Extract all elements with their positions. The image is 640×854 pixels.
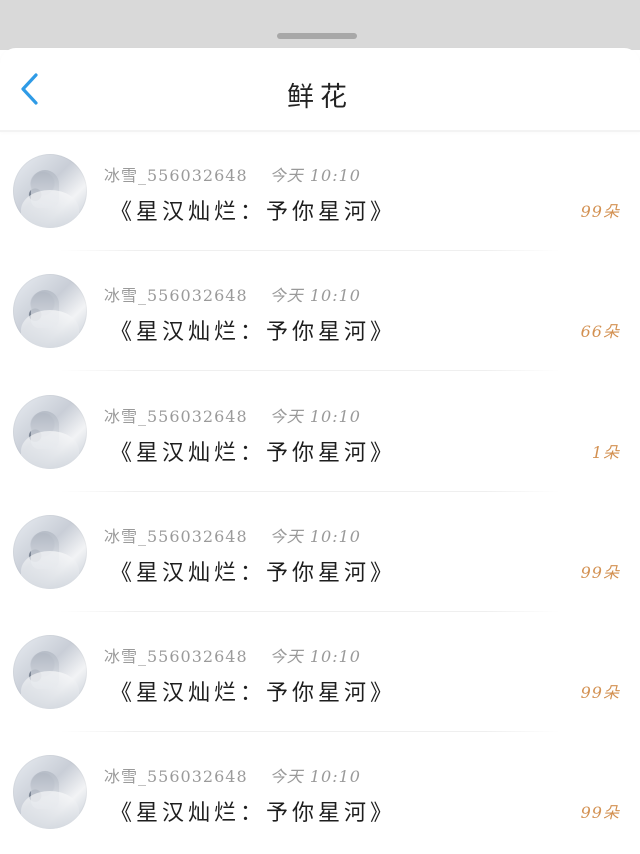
- list-item[interactable]: 冰雪_556032648 今天 10:10 《星汉灿烂：予你星河》 99朵: [0, 733, 640, 853]
- row-divider: [60, 370, 560, 372]
- item-meta: 冰雪_556032648 今天 10:10: [104, 282, 361, 306]
- avatar[interactable]: [13, 274, 87, 349]
- list-item[interactable]: 冰雪_556032648 今天 10:10 《星汉灿烂：予你星河》 1朵: [0, 373, 640, 493]
- time-label: 10:10: [309, 286, 361, 306]
- timestamp: 今天 10:10: [270, 286, 361, 305]
- flower-count: 99朵: [580, 562, 620, 582]
- gift-title: 《星汉灿烂：予你星河》: [110, 200, 397, 225]
- flower-count: 1朵: [591, 442, 620, 462]
- item-meta: 冰雪_556032648 今天 10:10: [104, 523, 361, 547]
- gift-title: 《星汉灿烂：予你星河》: [110, 681, 397, 707]
- header: 鲜花: [0, 48, 640, 130]
- username: 冰雪_556032648: [104, 526, 248, 546]
- flower-count: 99朵: [580, 202, 620, 221]
- avatar[interactable]: [13, 154, 87, 228]
- page-title: 鲜花: [287, 82, 353, 113]
- item-meta: 冰雪_556032648 今天 10:10: [104, 643, 361, 667]
- gift-title: 《星汉灿烂：予你星河》: [110, 440, 397, 466]
- list-item[interactable]: 冰雪_556032648 今天 10:10 《星汉灿烂：予你星河》 99朵: [0, 613, 640, 733]
- gift-title: 《星汉灿烂：予你星河》: [110, 320, 397, 346]
- top-strip: [0, 0, 640, 50]
- flower-count: 66朵: [580, 322, 620, 342]
- row-divider: [60, 731, 560, 733]
- row-divider: [60, 250, 560, 251]
- avatar[interactable]: [13, 514, 87, 589]
- time-label: 10:10: [309, 166, 361, 185]
- list-item[interactable]: 冰雪_556032648 今天 10:10 《星汉灿烂：予你星河》 99朵: [0, 493, 640, 613]
- item-meta: 冰雪_556032648 今天 10:10: [104, 763, 361, 787]
- flower-count: 99朵: [580, 803, 620, 823]
- date-label: 今天: [269, 406, 304, 426]
- avatar[interactable]: [13, 755, 87, 830]
- avatar[interactable]: [13, 394, 87, 469]
- avatar[interactable]: [13, 635, 87, 710]
- date-label: 今天: [269, 166, 304, 185]
- timestamp: 今天 10:10: [270, 166, 361, 185]
- row-divider: [60, 490, 560, 492]
- time-label: 10:10: [309, 526, 361, 546]
- drag-handle[interactable]: [277, 33, 357, 39]
- flower-list: 冰雪_556032648 今天 10:10 《星汉灿烂：予你星河》 99朵 冰雪…: [0, 132, 640, 854]
- row-divider: [60, 610, 560, 612]
- list-item[interactable]: 冰雪_556032648 今天 10:10 《星汉灿烂：予你星河》 99朵: [0, 132, 640, 252]
- list-item[interactable]: 冰雪_556032648 今天 10:10 《星汉灿烂：予你星河》 66朵: [0, 252, 640, 372]
- username: 冰雪_556032648: [104, 286, 248, 306]
- item-meta: 冰雪_556032648 今天 10:10: [104, 162, 361, 186]
- item-meta: 冰雪_556032648 今天 10:10: [104, 403, 361, 427]
- timestamp: 今天 10:10: [270, 767, 361, 786]
- date-label: 今天: [269, 647, 304, 667]
- gift-title: 《星汉灿烂：予你星河》: [110, 801, 397, 827]
- time-label: 10:10: [309, 647, 361, 667]
- date-label: 今天: [269, 767, 304, 787]
- username: 冰雪_556032648: [104, 767, 248, 787]
- time-label: 10:10: [309, 767, 361, 787]
- username: 冰雪_556032648: [104, 406, 248, 426]
- timestamp: 今天 10:10: [270, 407, 361, 426]
- username: 冰雪_556032648: [104, 166, 248, 185]
- timestamp: 今天 10:10: [270, 527, 361, 546]
- date-label: 今天: [269, 286, 304, 306]
- username: 冰雪_556032648: [104, 647, 248, 667]
- date-label: 今天: [269, 526, 304, 546]
- timestamp: 今天 10:10: [270, 647, 361, 666]
- gift-title: 《星汉灿烂：予你星河》: [110, 560, 397, 586]
- flower-count: 99朵: [580, 683, 620, 703]
- time-label: 10:10: [309, 406, 361, 426]
